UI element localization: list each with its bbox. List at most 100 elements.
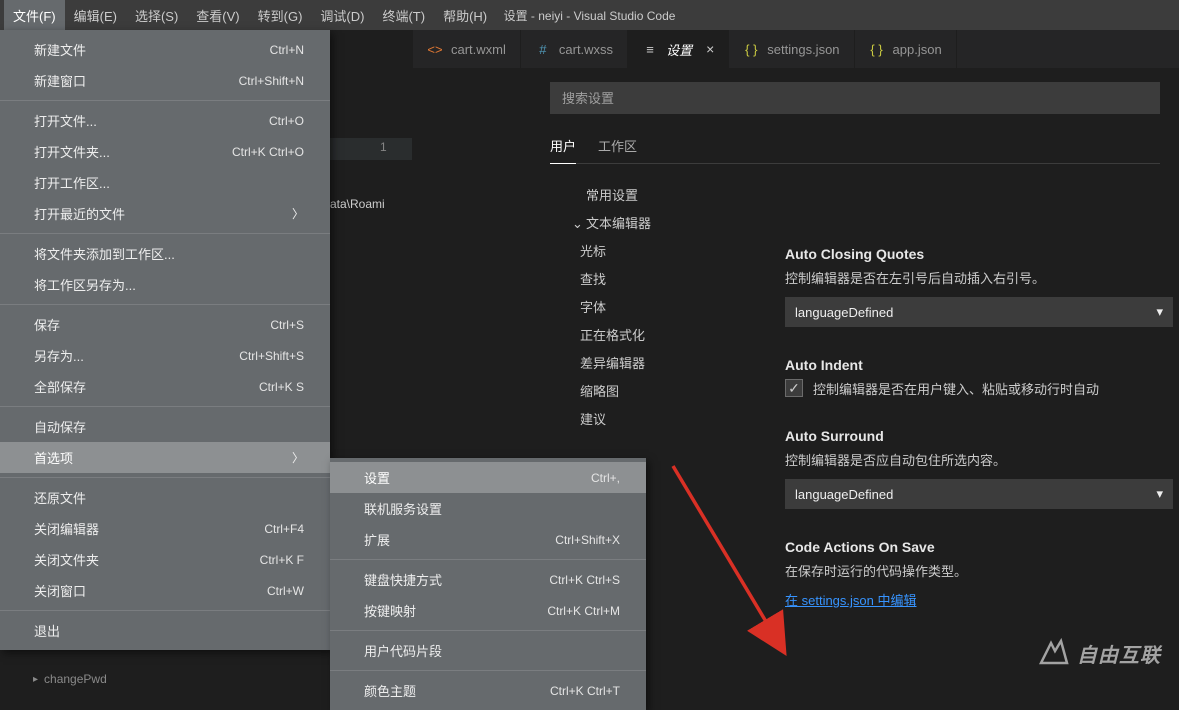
watermark: 自由互联 (1037, 637, 1161, 669)
hash-icon: # (535, 41, 551, 57)
menu-item[interactable]: 保存Ctrl+S (0, 309, 330, 340)
menu-label: 联机服务设置 (364, 499, 442, 518)
menu-item[interactable]: 将工作区另存为... (0, 269, 330, 300)
scope-user[interactable]: 用户 (550, 136, 576, 164)
menu-shortcut: Ctrl+O (269, 114, 304, 128)
menu-item[interactable]: 打开文件夹...Ctrl+K Ctrl+O (0, 136, 330, 167)
toc-font[interactable]: 字体 (550, 294, 750, 322)
submenu-item[interactable]: 扩展Ctrl+Shift+X (330, 524, 646, 555)
menu-item[interactable]: 另存为...Ctrl+Shift+S (0, 340, 330, 371)
settings-list: Auto Closing Quotes 控制编辑器是否在左引号后自动插入右引号。… (785, 246, 1179, 639)
menu-separator (0, 610, 330, 611)
menu-label: 自动保存 (34, 417, 86, 436)
watermark-logo-icon (1037, 637, 1069, 669)
menu-item[interactable]: 新建窗口Ctrl+Shift+N (0, 65, 330, 96)
toc-formatting[interactable]: 正在格式化 (550, 322, 750, 350)
settings-icon: ≡ (642, 41, 658, 57)
toc-minimap[interactable]: 缩略图 (550, 378, 750, 406)
menu-edit[interactable]: 编辑(E) (65, 0, 126, 30)
menu-label: 全部保存 (34, 377, 86, 396)
setting-code-actions-on-save: Code Actions On Save 在保存时运行的代码操作类型。 在 se… (785, 539, 1179, 609)
menu-item[interactable]: 关闭编辑器Ctrl+F4 (0, 513, 330, 544)
toc-suggest[interactable]: 建议 (550, 406, 750, 434)
menu-item[interactable]: 全部保存 Ctrl+K S (0, 371, 330, 402)
menu-shortcut: Ctrl+K S (259, 380, 304, 394)
editor-line-highlight (330, 138, 412, 160)
menu-shortcut: Ctrl+S (270, 318, 304, 332)
menu-item[interactable]: 关闭文件夹Ctrl+K F (0, 544, 330, 575)
menu-debug[interactable]: 调试(D) (311, 0, 373, 30)
menu-label: 关闭编辑器 (34, 519, 99, 538)
menu-item[interactable]: 打开最近的文件〉 (0, 198, 330, 229)
chevron-right-icon: 〉 (292, 449, 304, 466)
menu-label: 关闭文件夹 (34, 550, 99, 569)
search-input[interactable] (550, 82, 1160, 114)
scope-workspace[interactable]: 工作区 (598, 136, 637, 163)
gutter-line-number: 1 (380, 140, 387, 154)
chevron-down-icon: ⌄ (572, 210, 586, 238)
menu-separator (0, 477, 330, 478)
toc-common[interactable]: 常用设置 (550, 182, 750, 210)
menu-label: 将文件夹添加到工作区... (34, 244, 175, 263)
file-menu-dropdown: 新建文件Ctrl+N新建窗口Ctrl+Shift+N打开文件...Ctrl+O打… (0, 30, 330, 650)
menu-goto[interactable]: 转到(G) (249, 0, 312, 30)
tab-app-json[interactable]: { } app.json (855, 30, 957, 68)
menu-help[interactable]: 帮助(H) (434, 0, 496, 30)
menu-view[interactable]: 查看(V) (187, 0, 248, 30)
menu-label: 用户代码片段 (364, 641, 442, 660)
submenu-item[interactable]: 联机服务设置 (330, 493, 646, 524)
menu-label: 还原文件 (34, 488, 86, 507)
tab-label: app.json (893, 42, 942, 57)
submenu-item[interactable]: 按键映射 Ctrl+K Ctrl+M (330, 595, 646, 626)
menu-shortcut: Ctrl+, (591, 471, 620, 485)
setting-title: Auto Closing Quotes (785, 246, 1179, 262)
menu-label: 按键映射 (364, 601, 416, 620)
chevron-right-icon: ▸ (33, 674, 38, 685)
toc-text-editor[interactable]: ⌄文本编辑器 (550, 210, 750, 238)
menu-item[interactable]: 将文件夹添加到工作区... (0, 238, 330, 269)
tab-cart-wxml[interactable]: <>cart.wxml (413, 30, 521, 68)
preferences-submenu: 设置Ctrl+, 联机服务设置扩展Ctrl+Shift+X 键盘快捷方式Ctrl+K… (330, 458, 646, 710)
tab-settings[interactable]: ≡ 设置 × (628, 30, 729, 68)
tab-label: cart.wxml (451, 42, 506, 57)
menu-separator (0, 233, 330, 234)
menu-item[interactable]: 新建文件Ctrl+N (0, 34, 330, 65)
setting-desc: 控制编辑器是否在左引号后自动插入右引号。 (785, 268, 1179, 287)
toc-find[interactable]: 查找 (550, 266, 750, 294)
menu-item[interactable]: 首选项 〉 (0, 442, 330, 473)
menu-label: 新建窗口 (34, 71, 86, 90)
menu-item[interactable]: 退出 (0, 615, 330, 646)
submenu-item[interactable]: 设置Ctrl+, (330, 462, 646, 493)
menu-file[interactable]: 文件(F) (4, 0, 65, 30)
tab-settings-json[interactable]: { }settings.json (729, 30, 854, 68)
menu-shortcut: Ctrl+K Ctrl+S (549, 573, 620, 587)
json-icon: { } (869, 41, 885, 57)
menu-item[interactable]: 打开工作区... (0, 167, 330, 198)
close-icon[interactable]: × (706, 41, 714, 57)
menu-item[interactable]: 关闭窗口Ctrl+W (0, 575, 330, 606)
editor-tabs: <>cart.wxml #cart.wxss ≡ 设置 × { }settings.… (413, 30, 1179, 68)
toc-cursor[interactable]: 光标 (550, 238, 750, 266)
menu-terminal[interactable]: 终端(T) (373, 0, 434, 30)
select-auto-closing-quotes[interactable]: languageDefined▾ (785, 297, 1173, 327)
checkbox-auto-indent[interactable]: ✓ (785, 379, 803, 397)
toc-diff[interactable]: 差异编辑器 (550, 350, 750, 378)
menu-label: 首选项 (34, 448, 73, 467)
explorer-item[interactable]: ▸changePwd (33, 672, 107, 686)
edit-in-settings-json-link[interactable]: 在 settings.json 中编辑 (785, 593, 917, 608)
submenu-item[interactable]: 键盘快捷方式Ctrl+K Ctrl+S (330, 564, 646, 595)
menu-label: 退出 (34, 621, 60, 640)
select-auto-surround[interactable]: languageDefined▾ (785, 479, 1173, 509)
menu-item[interactable]: 自动保存 (0, 411, 330, 442)
menu-separator (0, 406, 330, 407)
settings-scope-tabs: 用户 工作区 (550, 136, 1160, 164)
chevron-down-icon: ▾ (1156, 486, 1163, 502)
tab-label: 设置 (666, 40, 692, 59)
menu-item[interactable]: 打开文件...Ctrl+O (0, 105, 330, 136)
menu-shortcut: Ctrl+K Ctrl+M (547, 604, 620, 618)
menu-select[interactable]: 选择(S) (126, 0, 187, 30)
menu-item[interactable]: 还原文件 (0, 482, 330, 513)
tab-cart-wxss[interactable]: #cart.wxss (521, 30, 628, 68)
menu-label: 打开文件夹... (34, 142, 110, 161)
submenu-item[interactable]: 用户代码片段 (330, 635, 646, 666)
